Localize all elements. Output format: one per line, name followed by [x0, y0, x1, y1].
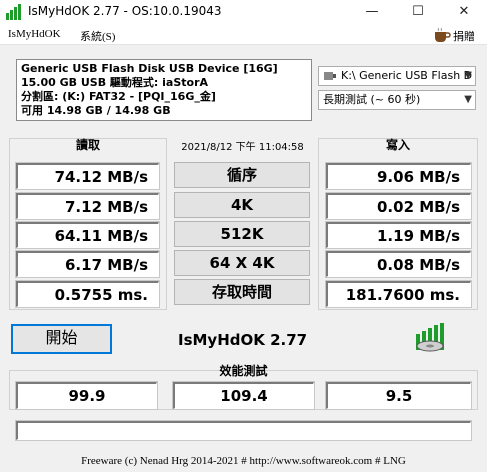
write-4k-value: 0.02 MB/s [326, 193, 471, 219]
read-512k-value: 64.11 MB/s [16, 222, 159, 248]
device-free-space: 可用 14.98 GB / 14.98 GB [21, 104, 171, 117]
512k-button[interactable]: 512K [174, 221, 310, 247]
device-model: Generic USB Flash Disk USB Device [16G] [21, 62, 278, 75]
chevron-down-icon: ▼ [464, 70, 472, 81]
donate-menu[interactable]: 捐贈 [453, 28, 475, 44]
test-duration-select[interactable]: 長期測試 (~ 60 秒) ▼ [318, 90, 476, 110]
performance-write-score: 9.5 [326, 382, 471, 409]
read-sequential-value: 74.12 MB/s [16, 163, 159, 189]
read-4k-value: 7.12 MB/s [16, 193, 159, 219]
coffee-cup-icon[interactable] [433, 27, 451, 43]
progress-bar [16, 421, 471, 440]
footer-status: Freeware (c) Nenad Hrg 2014-2021 # http:… [81, 455, 406, 467]
app-icon [6, 4, 21, 20]
write-64x4k-value: 0.08 MB/s [326, 251, 471, 277]
write-512k-value: 1.19 MB/s [326, 222, 471, 248]
app-name: IsMyHdOK 2.77 [178, 331, 308, 349]
read-access-time-value: 0.5755 ms. [16, 281, 159, 307]
64x4k-button[interactable]: 64 X 4K [174, 250, 310, 276]
hdd-bars-logo-icon [416, 323, 444, 352]
performance-read-score: 99.9 [16, 382, 157, 409]
sequential-button[interactable]: 循序 [174, 162, 310, 188]
test-duration-value: 長期測試 (~ 60 秒) [323, 93, 421, 106]
menu-ismyhdok[interactable]: IsMyHdOK [8, 28, 61, 40]
drive-select-value: K:\ Generic USB Flash D [341, 69, 473, 82]
window-title: IsMyHdOK 2.77 - OS:10.0.19043 [28, 4, 222, 18]
write-header: 寫入 [385, 138, 410, 152]
write-access-time-value: 181.7600 ms. [326, 281, 471, 307]
4k-button[interactable]: 4K [174, 192, 310, 218]
read-64x4k-value: 6.17 MB/s [16, 251, 159, 277]
read-header: 讀取 [75, 138, 100, 152]
performance-header: 效能測試 [219, 364, 268, 378]
drive-icon [324, 72, 336, 80]
minimize-button[interactable]: — [349, 0, 395, 24]
write-sequential-value: 9.06 MB/s [326, 163, 471, 189]
performance-total-score: 109.4 [173, 382, 314, 409]
maximize-button[interactable]: ☐ [395, 0, 441, 24]
test-timestamp: 2021/8/12 下午 11:04:58 [181, 142, 304, 153]
start-button[interactable]: 開始 [11, 324, 112, 354]
menu-bar [0, 24, 487, 45]
close-button[interactable]: ✕ [441, 0, 487, 24]
chevron-down-icon: ▼ [464, 94, 472, 105]
device-partition: 分割區: (K:) FAT32 - [PQI_16G_金] [21, 90, 216, 103]
drive-select[interactable]: K:\ Generic USB Flash D ▼ [318, 66, 476, 86]
access-time-button[interactable]: 存取時間 [174, 279, 310, 305]
menu-system[interactable]: 系統(S) [80, 28, 115, 44]
device-size-driver: 15.00 GB USB 驅動程式: iaStorA [21, 76, 209, 89]
device-info-box: Generic USB Flash Disk USB Device [16G] … [16, 59, 312, 121]
